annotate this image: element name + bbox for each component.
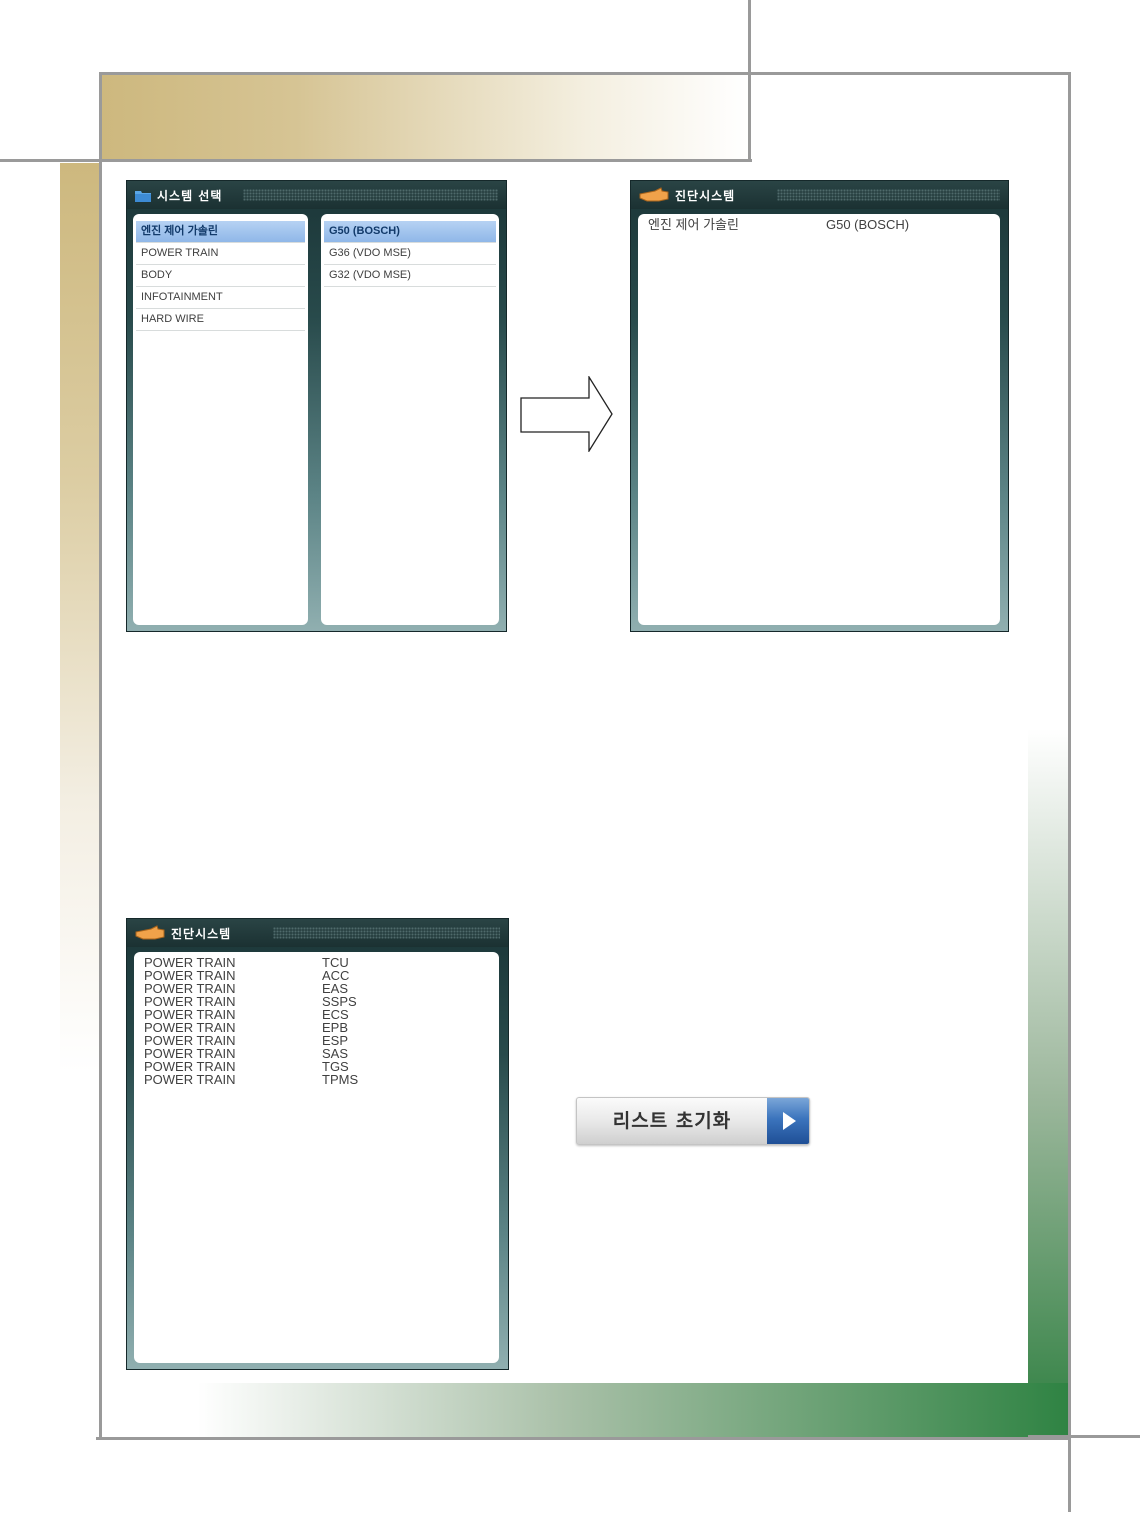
module-name: TPMS (322, 1072, 359, 1087)
list-item[interactable]: POWER TRAIN (136, 243, 305, 265)
panel-title: 시스템 선택 (157, 189, 223, 203)
bottom-green-band (101, 1383, 1068, 1437)
header-divider-line (748, 0, 751, 162)
system-name: POWER TRAIN (144, 1072, 236, 1087)
right-arrow-icon (520, 376, 613, 452)
pointing-hand-icon (135, 925, 165, 945)
play-arrow-icon (767, 1098, 809, 1144)
diagnosis-panel-top: 진단시스템 엔진 제어 가솔린 G50 (BOSCH) (630, 180, 1009, 632)
list-item[interactable]: INFOTAINMENT (136, 287, 305, 309)
table-row: POWER TRAIN TPMS (134, 1073, 499, 1086)
frame-top-line (99, 72, 1070, 75)
panel-title: 진단시스템 (675, 189, 736, 203)
list-reset-button[interactable]: 리스트 초기화 (576, 1097, 810, 1145)
system-category-list: 엔진 제어 가솔린 POWER TRAIN BODY INFOTAINMENT HARD… (133, 214, 308, 625)
diagnosis-list-bottom: POWER TRAIN TCU POWER TRAIN ACC POWER TRAIN E… (134, 952, 499, 1363)
frame-left-line (99, 72, 102, 1440)
left-gold-band (60, 163, 100, 1073)
frame-bottom-line (96, 1437, 1071, 1440)
list-item[interactable]: G50 (BOSCH) (324, 221, 496, 243)
system-select-panel: 시스템 선택 엔진 제어 가솔린 POWER TRAIN BODY INFOTAINM… (126, 180, 507, 632)
pointing-hand-icon (639, 187, 669, 207)
panel-title: 진단시스템 (171, 927, 232, 941)
panel-titlebar: 시스템 선택 (127, 181, 506, 209)
list-item[interactable]: BODY (136, 265, 305, 287)
frame-corner-line (1028, 1435, 1140, 1438)
right-green-band (1028, 75, 1068, 1437)
system-name: 엔진 제어 가솔린 (648, 217, 739, 232)
list-item[interactable]: 엔진 제어 가솔린 (136, 221, 305, 243)
panel-titlebar: 진단시스템 (127, 919, 508, 947)
panel-titlebar: 진단시스템 (631, 181, 1008, 209)
folder-icon (135, 187, 151, 206)
list-item[interactable]: G36 (VDO MSE) (324, 243, 496, 265)
table-row: 엔진 제어 가솔린 G50 (BOSCH) (638, 218, 1000, 231)
system-module-list: G50 (BOSCH) G36 (VDO MSE) G32 (VDO MSE) (321, 214, 499, 625)
diagnosis-list-top: 엔진 제어 가솔린 G50 (BOSCH) (638, 214, 1000, 625)
titlebar-grip (777, 189, 1000, 201)
frame-right-line (1068, 72, 1071, 1512)
header-underline (0, 159, 752, 162)
list-item[interactable]: HARD WIRE (136, 309, 305, 331)
list-reset-label: 리스트 초기화 (612, 1110, 732, 1132)
titlebar-grip (243, 189, 498, 201)
list-item[interactable]: G32 (VDO MSE) (324, 265, 496, 287)
titlebar-grip (273, 927, 500, 939)
header-gold-band (101, 75, 749, 160)
module-name: G50 (BOSCH) (826, 217, 910, 232)
diagnosis-panel-bottom: 진단시스템 POWER TRAIN TCU POWER TRAIN ACC POWER … (126, 918, 509, 1370)
